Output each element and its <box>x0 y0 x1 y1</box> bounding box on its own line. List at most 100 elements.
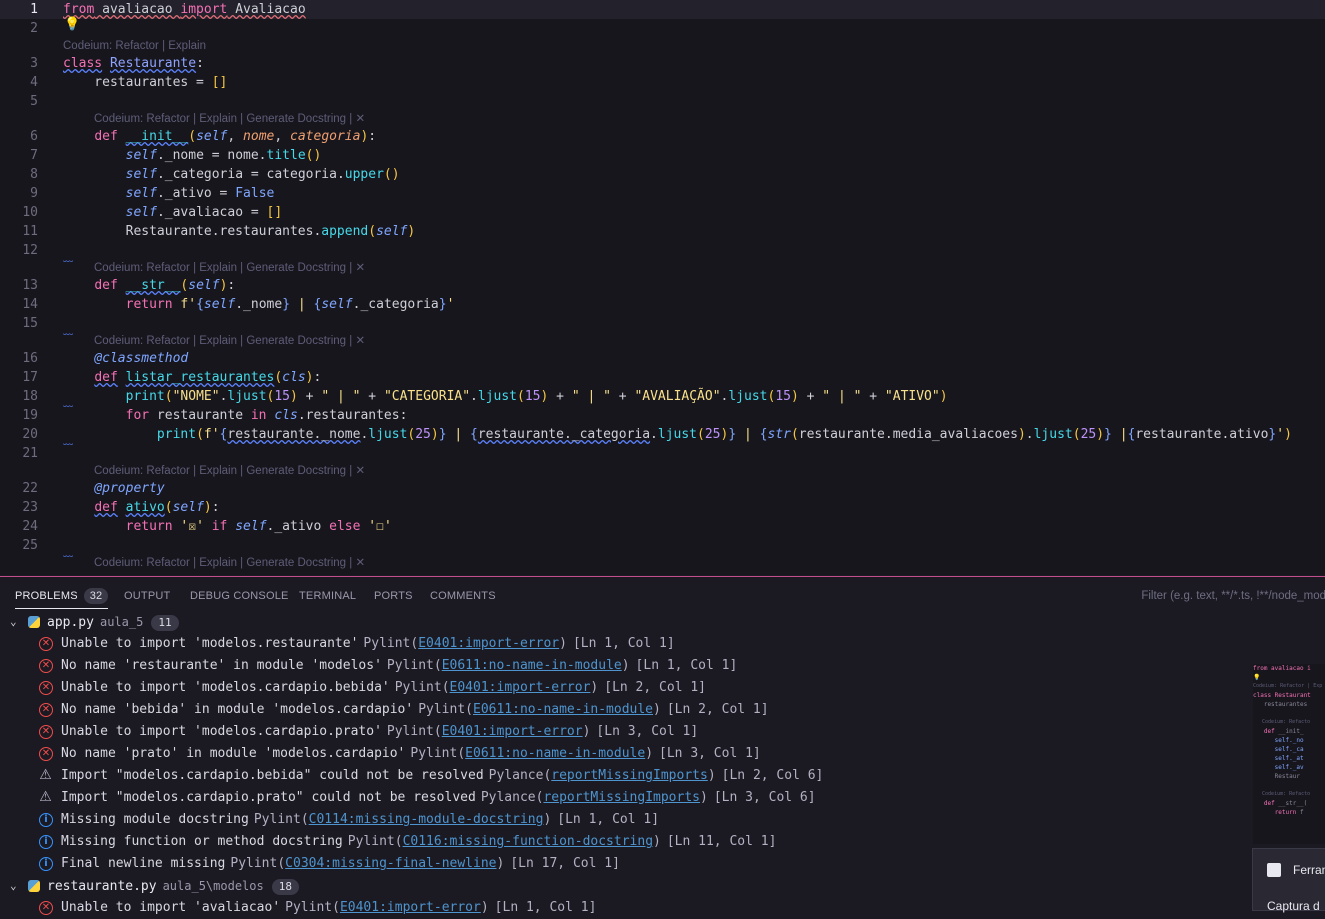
code-line[interactable]: 25 <box>0 536 1325 555</box>
problems-file-group[interactable]: ⌄ restaurante.py aula_5\modelos 18 <box>0 875 1250 897</box>
code-line[interactable]: 12 <box>0 241 1325 260</box>
problem-item[interactable]: ✕ No name 'prato' in module 'modelos.card… <box>0 743 1250 765</box>
problem-item[interactable]: ✕ No name 'restaurante' in module 'modelo… <box>0 655 1250 677</box>
code-line[interactable]: 24 return '☒' if self._ativo else '☐' <box>0 517 1325 536</box>
problem-code-link[interactable]: E0401:import-error <box>340 900 481 915</box>
line-number: 4 <box>30 75 38 90</box>
fold-icon[interactable]: ﹏ <box>63 327 73 337</box>
code-line[interactable]: 7 self._nome = nome.title() <box>0 146 1325 165</box>
problem-item[interactable]: ✕ Unable to import 'modelos.restaurante' P… <box>0 633 1250 655</box>
problem-code-link[interactable]: reportMissingImports <box>543 790 700 805</box>
problem-code-link[interactable]: C0304:missing-final-newline <box>285 856 496 871</box>
problem-item[interactable]: i Final newline missing Pylint(C0304:missi… <box>0 853 1250 875</box>
problem-code-link[interactable]: E0611:no-name-in-module <box>473 702 653 717</box>
code-text: def listar_restaurantes(cls): <box>94 370 322 385</box>
line-number: 25 <box>22 538 38 553</box>
line-number: 24 <box>22 519 38 534</box>
problems-count-badge: 32 <box>83 588 109 604</box>
code-line[interactable]: 9 self._ativo = False <box>0 184 1325 203</box>
tab-ports[interactable]: PORTS <box>374 585 413 607</box>
code-line[interactable]: 13 def __str__(self): <box>0 276 1325 295</box>
fold-icon[interactable]: ﹏ <box>63 254 73 264</box>
line-number: 8 <box>30 167 38 182</box>
code-line[interactable]: 15 <box>0 314 1325 333</box>
problem-message: No name 'prato' in module 'modelos.carda… <box>61 746 406 761</box>
notification-toast[interactable]: Ferran Captura d <box>1252 848 1325 913</box>
fold-icon[interactable]: ﹏ <box>63 549 73 559</box>
snipping-tool-icon <box>1267 863 1281 877</box>
problem-source: Pylint(C0304:missing-final-newline) <box>230 856 505 871</box>
problem-item[interactable]: ✕ No name 'bebida' in module 'modelos.car… <box>0 699 1250 721</box>
lightbulb-icon[interactable]: 💡 <box>64 18 80 31</box>
line-number: 11 <box>22 224 38 239</box>
line-number: 17 <box>22 370 38 385</box>
codelens[interactable]: Codeium: Refactor | Explain | Generate D… <box>94 111 365 127</box>
problem-item[interactable]: ⚠ Import "modelos.cardapio.bebida" could … <box>0 765 1250 787</box>
problems-file-group[interactable]: ⌄ app.py aula_5 11 <box>0 611 1250 633</box>
code-editor[interactable]: 1 from avaliacao import Avaliacao 2 💡 Cod… <box>0 0 1325 575</box>
code-line[interactable]: 1 from avaliacao import Avaliacao <box>0 0 1325 19</box>
problem-message: Final newline missing <box>61 856 226 871</box>
problem-position: [Ln 2, Col 6] <box>721 768 824 783</box>
line-number: 6 <box>30 129 38 144</box>
code-line[interactable]: 11 Restaurante.restaurantes.append(self) <box>0 222 1325 241</box>
problems-filter-input[interactable]: Filter (e.g. text, **/*.ts, !**/node_mod… <box>1141 585 1325 607</box>
problem-item[interactable]: ✕ Unable to import 'avaliacao' Pylint(E040… <box>0 897 1250 919</box>
problem-code-link[interactable]: E0401:import-error <box>418 636 559 651</box>
problem-item[interactable]: i Missing function or method docstring Pyl… <box>0 831 1250 853</box>
problem-code-link[interactable]: E0611:no-name-in-module <box>442 658 622 673</box>
code-line[interactable]: 10 self._avaliacao = [] <box>0 203 1325 222</box>
problem-item[interactable]: ✕ Unable to import 'modelos.cardapio.bebi… <box>0 677 1250 699</box>
code-line[interactable]: 21 <box>0 444 1325 463</box>
codelens[interactable]: Codeium: Refactor | Explain | Generate D… <box>94 333 365 349</box>
file-directory: aula_5 <box>99 615 144 629</box>
code-line[interactable]: 17 def listar_restaurantes(cls): <box>0 368 1325 387</box>
code-line[interactable]: 6 def __init__(self, nome, categoria): <box>0 127 1325 146</box>
tab-output[interactable]: OUTPUT <box>124 585 170 607</box>
codelens[interactable]: Codeium: Refactor | Explain | Generate D… <box>94 260 365 276</box>
problem-code-link[interactable]: reportMissingImports <box>551 768 708 783</box>
minimap[interactable]: from avaliacao i 💡 Codeium: Refactor | Exp… <box>1253 664 1325 844</box>
problem-message: Unable to import 'modelos.cardapio.prato… <box>61 724 382 739</box>
code-line[interactable]: 2 <box>0 19 1325 38</box>
tab-terminal[interactable]: TERMINAL <box>299 585 356 607</box>
code-line[interactable]: 3 class Restaurante: <box>0 54 1325 73</box>
tab-debug-console[interactable]: DEBUG CONSOLE <box>190 585 289 607</box>
error-icon: ✕ <box>39 637 53 651</box>
problem-code-link[interactable]: E0611:no-name-in-module <box>465 746 645 761</box>
line-number: 16 <box>22 351 38 366</box>
problem-item[interactable]: ⚠ Import "modelos.cardapio.prato" could n… <box>0 787 1250 809</box>
problem-item[interactable]: ✕ Unable to import 'modelos.cardapio.prat… <box>0 721 1250 743</box>
problem-position: [Ln 3, Col 6] <box>713 790 816 805</box>
line-number: 9 <box>30 186 38 201</box>
code-line[interactable]: 20 print(f'{restaurante._nome.ljust(25)}… <box>0 425 1325 444</box>
code-line[interactable]: 19 for restaurante in cls.restaurantes: <box>0 406 1325 425</box>
problem-code-link[interactable]: E0401:import-error <box>450 680 591 695</box>
problem-position: [Ln 1, Col 1] <box>572 636 675 651</box>
problem-item[interactable]: i Missing module docstring Pylint(C0114:mi… <box>0 809 1250 831</box>
problem-source: Pylint(E0401:import-error) <box>285 900 489 915</box>
code-line[interactable]: 23 def ativo(self): <box>0 498 1325 517</box>
problem-code-link[interactable]: E0401:import-error <box>442 724 583 739</box>
code-text: self._avaliacao = [] <box>125 205 283 220</box>
codelens[interactable]: Codeium: Refactor | Explain | Generate D… <box>94 555 365 571</box>
python-file-icon <box>28 616 40 628</box>
code-line[interactable]: 8 self._categoria = categoria.upper() <box>0 165 1325 184</box>
code-line[interactable]: 16 @classmethod <box>0 349 1325 368</box>
problem-code-link[interactable]: C0114:missing-module-docstring <box>309 812 544 827</box>
problem-source: Pylint(E0401:import-error) <box>394 680 599 695</box>
codelens[interactable]: Codeium: Refactor | Explain | Generate D… <box>94 463 365 479</box>
code-line[interactable]: 22 @property <box>0 479 1325 498</box>
warning-icon: ⚠ <box>39 789 52 805</box>
chevron-down-icon[interactable]: ⌄ <box>10 611 17 633</box>
code-line[interactable]: 5 <box>0 92 1325 111</box>
problem-code-link[interactable]: C0116:missing-function-docstring <box>403 834 653 849</box>
chevron-down-icon[interactable]: ⌄ <box>10 875 17 897</box>
line-number: 7 <box>30 148 38 163</box>
tab-comments[interactable]: COMMENTS <box>430 585 496 607</box>
tab-problems[interactable]: PROBLEMS 32 <box>15 585 109 609</box>
code-line[interactable]: 18 print("NOME".ljust(15) + " | " + "CAT… <box>0 387 1325 406</box>
codelens[interactable]: Codeium: Refactor | Explain <box>63 38 206 54</box>
code-line[interactable]: 4 restaurantes = [] <box>0 73 1325 92</box>
code-line[interactable]: 14 return f'{self._nome} | {self._catego… <box>0 295 1325 314</box>
